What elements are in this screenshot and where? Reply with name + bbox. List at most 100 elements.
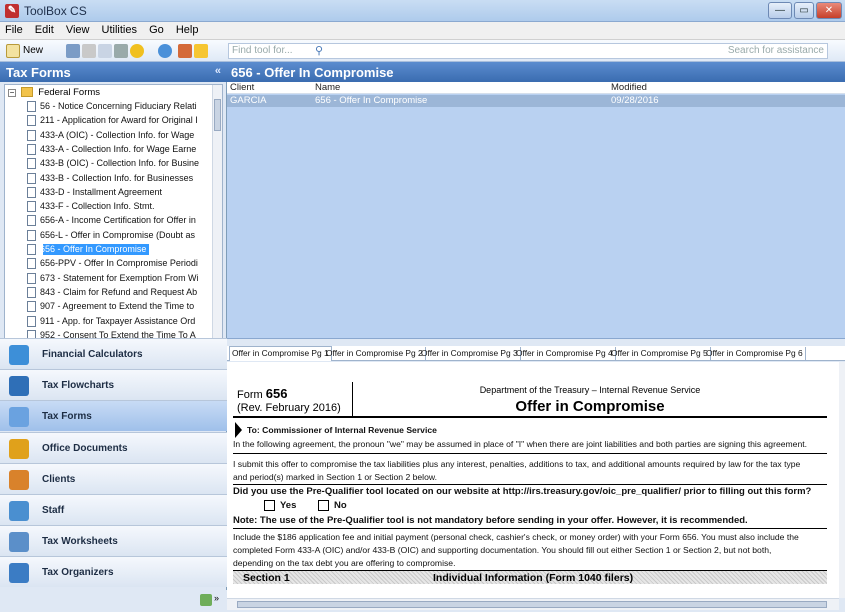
tree-item[interactable]: 673 - Statement for Exemption From Wi [27, 272, 202, 284]
nav-label: Clients [42, 473, 76, 485]
nav-label: Office Documents [42, 442, 128, 454]
nav-tax-forms[interactable]: Tax Forms [0, 400, 227, 432]
office-documents-icon [9, 438, 29, 459]
tab-page-4[interactable]: Offer in Compromise Pg 4 [514, 347, 616, 360]
tree-item[interactable]: 433-D - Installment Agreement [27, 186, 165, 198]
tree-item[interactable]: 656 - Offer In Compromise [27, 244, 150, 255]
search-assistance-input[interactable]: Search for assistance [728, 45, 824, 56]
tree-item[interactable]: 656-A - Income Certification for Offer i… [27, 215, 199, 227]
nav-office-documents[interactable]: Office Documents [0, 431, 227, 463]
tab-page-2[interactable]: Offer in Compromise Pg 2 [324, 347, 426, 360]
tree-item[interactable]: 56 - Notice Concerning Fiduciary Relati [27, 101, 200, 112]
form-vertical-scrollbar[interactable] [839, 362, 845, 598]
tree-item[interactable]: 656-L - Offer in Compromise (Doubt as [27, 229, 198, 241]
department: Department of the Treasury – Internal Re… [479, 385, 701, 395]
menu-view[interactable]: View [61, 22, 94, 36]
copy-icon[interactable] [98, 44, 112, 58]
tree-item[interactable]: 907 - Agreement to Extend the Time to [27, 301, 197, 313]
document-icon [27, 101, 36, 112]
collapse-tree-icon[interactable]: − [8, 89, 16, 97]
tree-item-label: 433-D - Installment Agreement [40, 186, 163, 197]
yes-label: Yes [280, 500, 297, 511]
tree-item-label: 56 - Notice Concerning Fiduciary Relati [40, 101, 197, 111]
menu-edit[interactable]: Edit [30, 22, 58, 36]
tree-item[interactable]: 433-A - Collection Info. for Wage Earne [27, 143, 199, 155]
column-name[interactable]: Name [315, 82, 340, 93]
document-icon [27, 272, 36, 284]
no-checkbox[interactable] [318, 500, 329, 511]
staff-icon [9, 501, 29, 521]
chevron-expand-icon[interactable]: » [214, 593, 219, 603]
tree-item[interactable]: 656-PPV - Offer In Compromise Periodi [27, 258, 201, 270]
form-hscroll-thumb[interactable] [237, 601, 827, 608]
tree-item-label: 211 - Application for Award for Original… [40, 115, 198, 126]
nav-tax-flowcharts[interactable]: Tax Flowcharts [0, 369, 227, 401]
new-icon[interactable] [6, 44, 20, 58]
table-row[interactable]: GARCIA 656 - Offer In Compromise 09/28/2… [227, 95, 845, 107]
tax-worksheets-icon [9, 532, 29, 553]
cut-icon[interactable] [82, 44, 96, 58]
nav-label: Financial Calculators [42, 349, 143, 360]
nav-tax-organizers[interactable]: Tax Organizers [0, 556, 227, 588]
nav-staff[interactable]: Staff [0, 494, 227, 525]
nav-clients[interactable]: Clients [0, 462, 227, 494]
grid-icon[interactable] [66, 44, 80, 58]
tree-item-label: 656-A - Income Certification for Offer i… [40, 215, 196, 226]
tree-item[interactable]: 843 - Claim for Refund and Request Ab [27, 286, 200, 298]
right-panel: 656 - Offer In Compromise Client Name Mo… [227, 62, 845, 612]
column-client[interactable]: Client [230, 82, 254, 93]
column-modified[interactable]: Modified [611, 82, 647, 93]
nav-financial-calculators[interactable]: Financial Calculators [0, 338, 227, 369]
form-header: Form 656 (Rev. February 2016) Department… [233, 382, 827, 418]
nav-label: Tax Forms [42, 411, 92, 423]
menu-utilities[interactable]: Utilities [97, 22, 141, 36]
tree-vertical-scrollbar[interactable] [212, 85, 222, 377]
section-title: Individual Information (Form 1040 filers… [433, 572, 634, 584]
nav-tax-worksheets[interactable]: Tax Worksheets [0, 525, 227, 557]
prequalifier-question: Did you use the Pre-Qualifier tool locat… [233, 486, 812, 497]
yes-checkbox[interactable] [264, 500, 275, 511]
menu-file[interactable]: File [0, 22, 27, 36]
refresh-icon[interactable] [158, 44, 172, 58]
tab-page-1[interactable]: Offer in Compromise Pg 1 [229, 346, 332, 361]
tree-item-label: 433-F - Collection Info. Stmt. [40, 201, 155, 212]
collapse-icon[interactable]: « [215, 65, 221, 77]
find-tool-bar: Find tool for... ⚲ Search for assistance [228, 43, 828, 59]
find-tool-input[interactable]: Find tool for... [232, 45, 293, 56]
tree-item[interactable]: 433-B - Collection Info. for Businesses [27, 172, 196, 184]
form-view: Form 656 (Rev. February 2016) Department… [227, 362, 839, 598]
row-client: GARCIA [230, 95, 267, 106]
document-icon [27, 258, 36, 270]
tools-icon[interactable] [178, 44, 192, 58]
search-icon[interactable]: ⚲ [315, 44, 323, 57]
notes-icon[interactable] [194, 44, 208, 58]
tree-item[interactable]: 433-A (OIC) - Collection Info. for Wage [27, 129, 197, 141]
new-button[interactable]: New [23, 45, 43, 56]
close-button[interactable]: ✕ [816, 2, 842, 19]
tree-item-label: 656-L - Offer in Compromise (Doubt as [40, 229, 196, 240]
tree-item[interactable]: 433-F - Collection Info. Stmt. [27, 201, 158, 213]
tree-item[interactable]: 433-B (OIC) - Collection Info. for Busin… [27, 158, 202, 170]
delete-icon[interactable] [114, 44, 128, 58]
tree-scroll-thumb[interactable] [214, 99, 221, 131]
tree-item-label: 843 - Claim for Refund and Request Ab [40, 286, 198, 297]
tree-item-label: 433-B - Collection Info. for Businesses [40, 172, 194, 183]
favorites-icon[interactable] [130, 44, 144, 58]
menu-help[interactable]: Help [171, 22, 203, 36]
tree-item-label: 907 - Agreement to Extend the Time to [40, 301, 195, 312]
document-icon [27, 301, 36, 313]
configure-icon[interactable] [200, 594, 212, 606]
minimize-button[interactable]: — [768, 2, 792, 19]
tab-page-3[interactable]: Offer in Compromise Pg 3 [419, 347, 521, 360]
tree-item[interactable]: 911 - App. for Taxpayer Assistance Ord [27, 315, 198, 327]
menu-go[interactable]: Go [144, 22, 168, 36]
tree-item[interactable]: 211 - Application for Award for Original… [27, 115, 201, 127]
tree-root-label: Federal Forms [38, 87, 101, 98]
form-horizontal-scrollbar[interactable] [227, 598, 839, 610]
tree-root-federal-forms[interactable]: − Federal Forms [8, 87, 100, 99]
maximize-button[interactable]: ▭ [794, 2, 814, 19]
paragraph-1: In the following agreement, the pronoun … [233, 439, 807, 449]
document-icon [27, 172, 36, 184]
tab-page-6[interactable]: Offer in Compromise Pg 6 [704, 347, 806, 360]
tab-page-5[interactable]: Offer in Compromise Pg 5 [609, 347, 711, 360]
